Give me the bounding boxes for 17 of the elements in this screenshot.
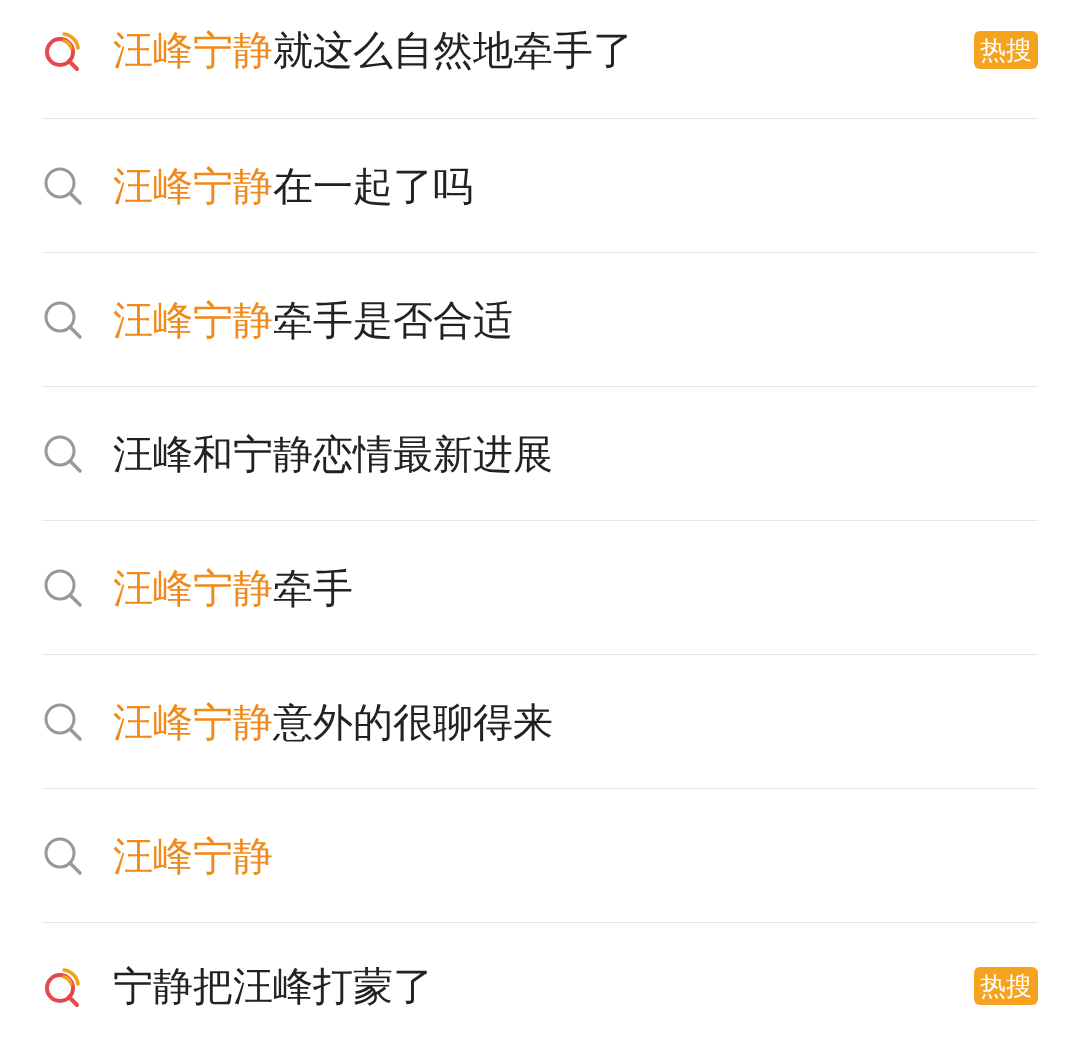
suggestion-text: 汪峰宁静牵手是否合适	[113, 299, 514, 340]
suggestion-text: 汪峰宁静	[113, 835, 274, 876]
suggestion-text: 汪峰宁静在一起了吗	[113, 165, 474, 206]
hot-badge: 热搜	[974, 31, 1038, 69]
suggestion-item[interactable]: 汪峰宁静就这么自然地牵手了 热搜	[42, 0, 1038, 119]
suggestion-text: 汪峰宁静就这么自然地牵手了	[113, 30, 634, 70]
hot-badge: 热搜	[974, 967, 1038, 1005]
suggestion-text: 汪峰宁静意外的很聊得来	[113, 701, 554, 742]
suggestion-item[interactable]: 汪峰和宁静恋情最新进展	[42, 387, 1038, 521]
suggestion-text: 宁静把汪峰打蒙了	[113, 966, 434, 1006]
suggestion-text: 汪峰和宁静恋情最新进展	[113, 433, 554, 474]
suggestion-text: 汪峰宁静牵手	[113, 567, 354, 608]
suggestion-item[interactable]: 汪峰宁静在一起了吗	[42, 119, 1038, 253]
suggestion-item[interactable]: 汪峰宁静牵手	[42, 521, 1038, 655]
suggestion-item[interactable]: 宁静把汪峰打蒙了 热搜	[42, 923, 1038, 1049]
suggestion-item[interactable]: 汪峰宁静意外的很聊得来	[42, 655, 1038, 789]
suggestion-item[interactable]: 汪峰宁静牵手是否合适	[42, 253, 1038, 387]
